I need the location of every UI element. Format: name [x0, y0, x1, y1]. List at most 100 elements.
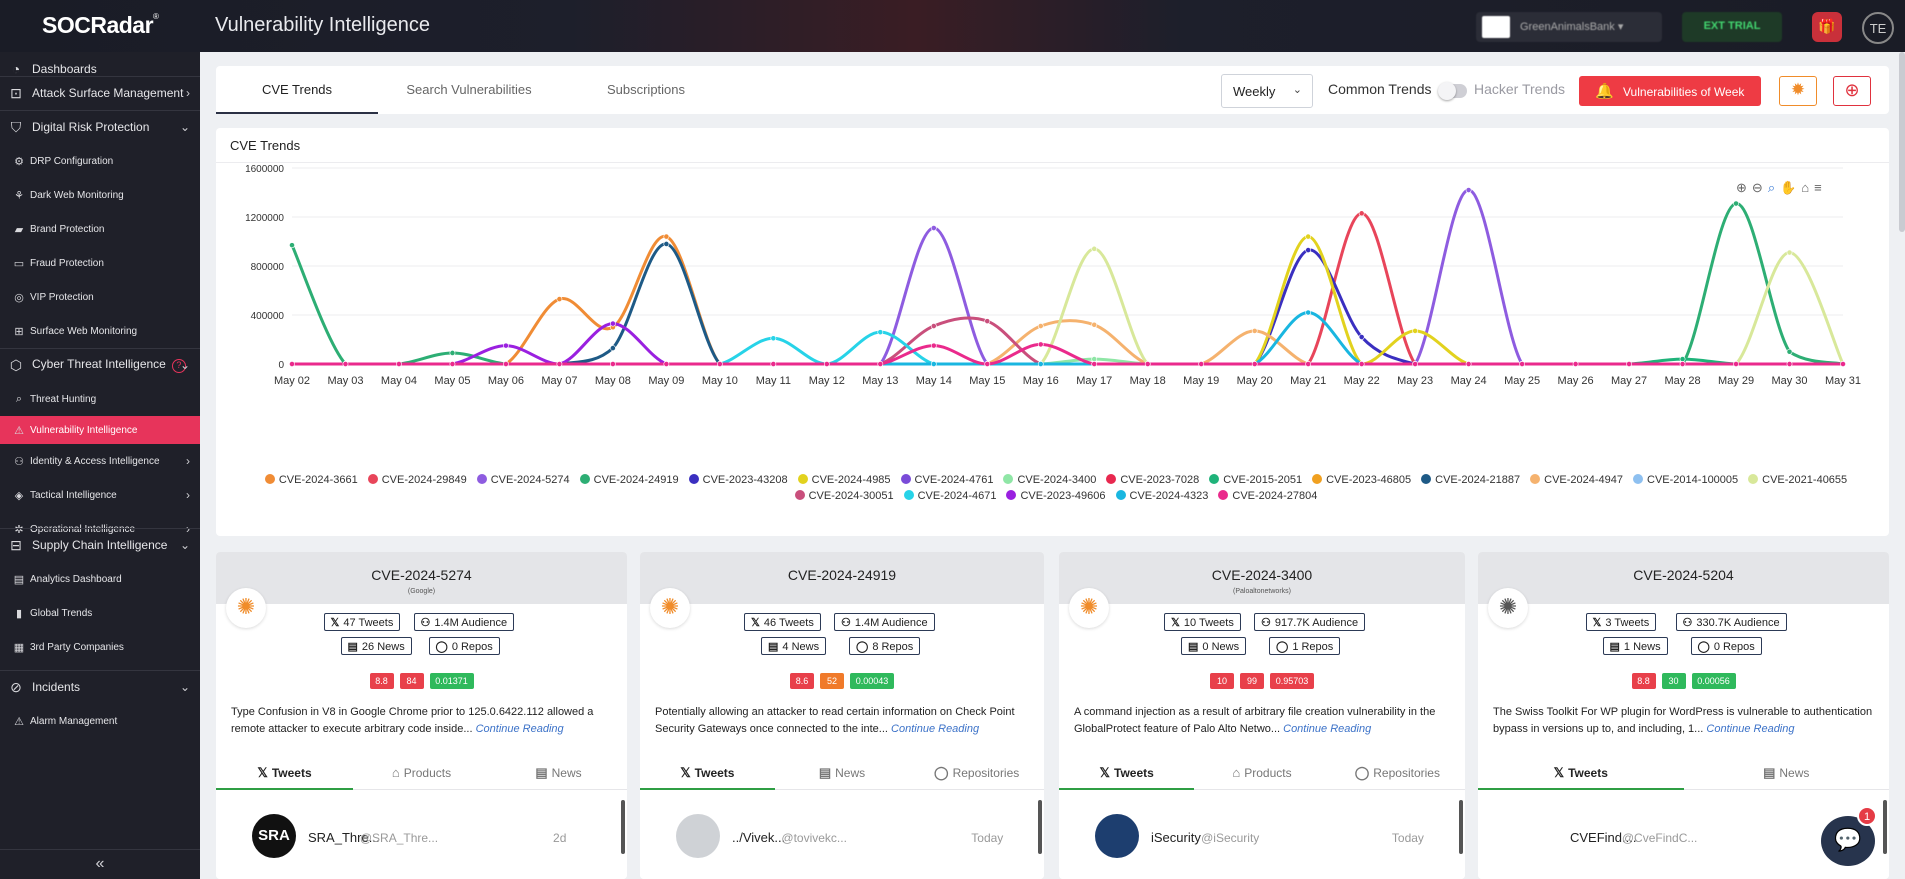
cve-card[interactable]: CVE-2024-24919 ✺ 𝕏 46 Tweets ⚇ 1.4M Audien… [640, 552, 1044, 879]
card-tab-tweets[interactable]: 𝕏 Tweets [1478, 754, 1684, 790]
tweets-count[interactable]: 𝕏3 Tweets [1585, 613, 1657, 631]
data-point[interactable] [1465, 187, 1472, 193]
data-point[interactable] [877, 361, 884, 367]
data-point[interactable] [1251, 328, 1258, 334]
gift-icon[interactable]: 🎁 [1812, 12, 1842, 42]
data-point[interactable] [556, 296, 563, 302]
add-icon[interactable]: ⊕ [1833, 76, 1871, 106]
data-point[interactable] [1305, 233, 1312, 240]
series-line[interactable] [292, 188, 1843, 366]
data-point[interactable] [1144, 361, 1151, 367]
card-tab-products[interactable]: ⌂ Products [353, 754, 490, 790]
card-tab-tweets[interactable]: 𝕏 Tweets [640, 754, 775, 790]
sidebar-item-vulnerability-intelligence[interactable]: ⚠ Vulnerability Intelligence [0, 416, 200, 444]
news-count[interactable]: ▤ 4 News [761, 637, 827, 655]
user-avatar[interactable]: TE [1862, 12, 1894, 44]
data-point[interactable] [1198, 361, 1205, 367]
card-tab-repositories[interactable]: ◯ Repositories [909, 754, 1044, 790]
data-point[interactable] [1412, 361, 1419, 367]
sidebar-item-vip-protection[interactable]: ◎ VIP Protection [0, 280, 200, 314]
tweet-row[interactable]: ../Vivek... @tovivekc... Today [640, 792, 1044, 879]
audience-count[interactable]: ⚇ 1.4M Audience [834, 613, 935, 631]
series-CVE-2024-24919[interactable] [289, 200, 1846, 367]
data-point[interactable] [1626, 361, 1632, 367]
repos-count[interactable]: ◯ 8 Repos [849, 637, 921, 655]
legend-item[interactable]: CVE-2024-4323 [1115, 488, 1208, 504]
data-point[interactable] [449, 350, 456, 356]
repos-count[interactable]: ◯ 1 Repos [1269, 637, 1341, 655]
data-point[interactable] [1465, 361, 1472, 367]
data-point[interactable] [556, 361, 563, 367]
vulnerabilities-of-week-button[interactable]: 🔔 Vulnerabilities of Week [1579, 76, 1761, 106]
data-point[interactable] [1037, 341, 1044, 348]
tab-cve-trends[interactable]: CVE Trends [216, 66, 378, 114]
data-point[interactable] [503, 361, 509, 367]
data-point[interactable] [770, 361, 777, 367]
data-point[interactable] [1091, 321, 1098, 328]
sun-icon[interactable]: ✹ [1779, 76, 1817, 106]
collapse-sidebar-icon[interactable]: « [0, 849, 200, 879]
data-point[interactable] [1305, 309, 1312, 316]
card-tab-tweets[interactable]: 𝕏 Tweets [1059, 754, 1195, 790]
cve-card[interactable]: CVE-2024-3400 (Paloaltonetworks) ✺ 𝕏 10 T… [1059, 552, 1465, 879]
data-point[interactable] [1572, 361, 1579, 367]
sidebar-item-threat-hunting[interactable]: ⌕ Threat Hunting [0, 382, 200, 416]
card-tab-products[interactable]: ⌂ Products [1194, 754, 1329, 790]
series-CVE-2024-5274[interactable] [289, 187, 1846, 367]
sidebar-item-3rd-party[interactable]: ▦ 3rd Party Companies [0, 630, 200, 664]
socradar-logo[interactable]: SOCRadar® [42, 12, 159, 39]
audience-count[interactable]: ⚇ 330.7K Audience [1675, 613, 1787, 631]
data-point[interactable] [1786, 361, 1793, 367]
tweets-count[interactable]: 𝕏 10 Tweets [1164, 613, 1241, 631]
tweet-row[interactable]: SRA SRA_Thre... @SRA_Thre... 2d [216, 792, 627, 879]
tweet-row[interactable]: iSecurity @iSecurity Today [1059, 792, 1465, 879]
data-point[interactable] [1305, 361, 1312, 367]
data-point[interactable] [1840, 361, 1846, 367]
news-count[interactable]: ▤ 0 News [1181, 637, 1247, 655]
tweet-scrollbar[interactable] [1883, 800, 1887, 854]
data-point[interactable] [1037, 361, 1044, 367]
repos-count[interactable]: ◯ 0 Repos [1690, 637, 1762, 655]
news-count[interactable]: ▤ 26 News [340, 637, 412, 655]
data-point[interactable] [1091, 245, 1098, 252]
data-point[interactable] [930, 361, 937, 367]
data-point[interactable] [342, 361, 349, 367]
continue-reading-link[interactable]: Continue Reading [891, 723, 979, 735]
data-point[interactable] [930, 323, 937, 329]
card-tab-news[interactable]: ▤ News [490, 754, 627, 790]
legend-item[interactable]: CVE-2024-27804 [1218, 488, 1317, 504]
data-point[interactable] [930, 342, 937, 349]
data-point[interactable] [1733, 361, 1739, 367]
card-tab-news[interactable]: ▤ News [1684, 754, 1890, 790]
sidebar-item-surface-web[interactable]: ⊞ Surface Web Monitoring [0, 314, 200, 348]
trends-toggle[interactable] [1438, 82, 1467, 100]
continue-reading-link[interactable]: Continue Reading [476, 723, 564, 735]
series-line[interactable] [292, 330, 1843, 366]
account-selector[interactable]: GreenAnimalsBank ▾ [1476, 12, 1662, 42]
sidebar-item-drp-config[interactable]: ⚙ DRP Configuration [0, 144, 200, 178]
tweet-scrollbar[interactable] [1038, 800, 1042, 854]
sidebar-item-fraud-protection[interactable]: ▭ Fraud Protection [0, 246, 200, 280]
card-tab-repositories[interactable]: ◯ Repositories [1330, 754, 1465, 790]
sidebar-item-attack-surface[interactable]: ⊡ Attack Surface Management › [0, 76, 200, 110]
continue-reading-link[interactable]: Continue Reading [1283, 723, 1371, 735]
data-point[interactable] [984, 361, 991, 367]
sidebar-item-identity[interactable]: ⚇ Identity & Access Intelligence › [0, 444, 200, 478]
data-point[interactable] [609, 361, 616, 367]
legend-item[interactable]: CVE-2024-30051 [794, 488, 894, 504]
data-point[interactable] [877, 329, 884, 336]
audience-count[interactable]: ⚇ 1.4M Audience [413, 613, 515, 631]
series-line[interactable] [292, 248, 1843, 366]
sidebar-item-cti[interactable]: ⬡ Cyber Threat Intelligence? ⌄ [0, 348, 200, 382]
series-CVE-2024-21887[interactable] [289, 241, 1846, 367]
series-CVE-2024-30051[interactable] [289, 316, 1846, 367]
sidebar-item-global-trends[interactable]: ▮ Global Trends [0, 596, 200, 630]
tweet-scrollbar[interactable] [1459, 800, 1463, 854]
card-tab-tweets[interactable]: 𝕏 Tweets [216, 754, 353, 790]
cve-id[interactable]: CVE-2024-5274 [216, 567, 627, 583]
data-point[interactable] [396, 361, 402, 367]
legend-item[interactable]: CVE-2024-24919 [579, 472, 679, 488]
card-tab-news[interactable]: ▤ News [775, 754, 910, 790]
legend-item[interactable]: CVE-2021-40655 [1748, 472, 1847, 488]
data-point[interactable] [663, 241, 670, 247]
